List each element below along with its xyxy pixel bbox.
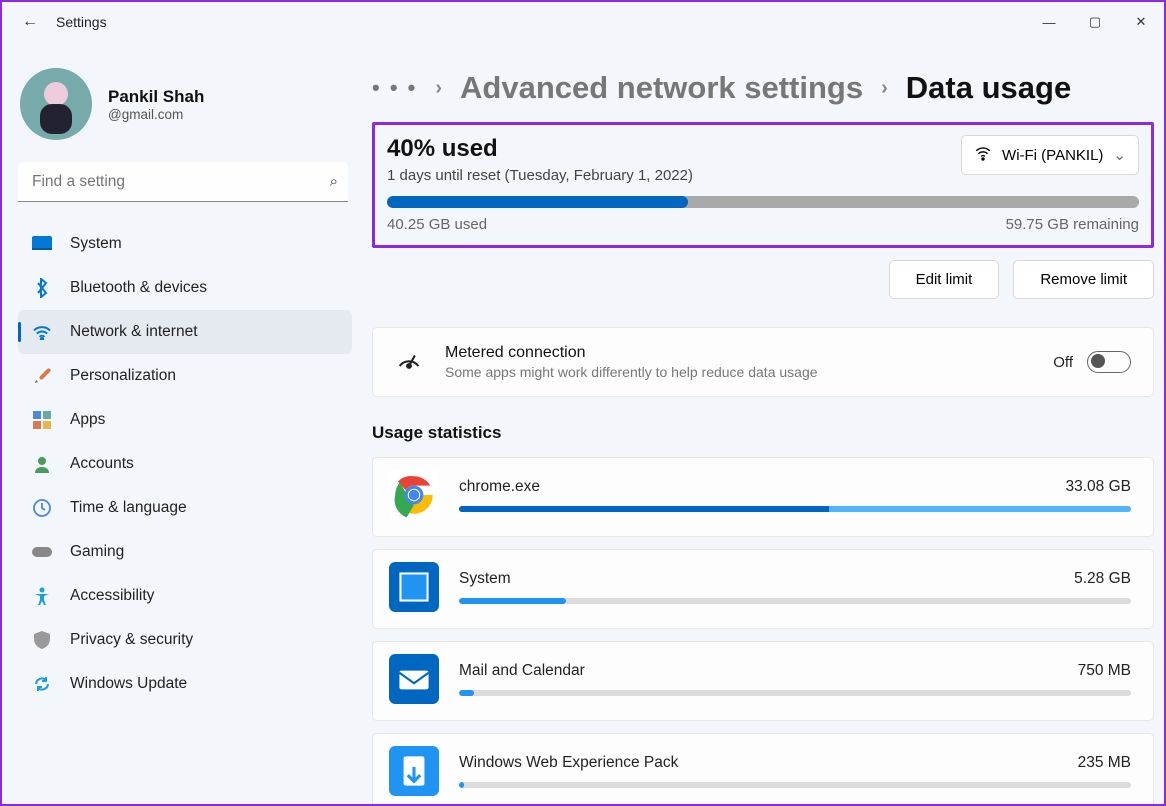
system-icon xyxy=(32,234,52,254)
app-icon xyxy=(389,562,439,612)
app-usage-row[interactable]: System 5.28 GB xyxy=(372,549,1154,629)
accounts-icon xyxy=(32,454,52,474)
sidebar-item-accounts[interactable]: Accounts xyxy=(18,442,352,486)
sidebar-item-apps[interactable]: Apps xyxy=(18,398,352,442)
sidebar-item-windows-update[interactable]: Windows Update xyxy=(18,662,352,706)
search-box[interactable]: ⌕ xyxy=(18,162,348,202)
breadcrumb: • • • › Advanced network settings › Data… xyxy=(372,70,1154,106)
sidebar-item-network[interactable]: Network & internet xyxy=(18,310,352,354)
time-language-icon xyxy=(32,498,52,518)
sidebar-item-label: Privacy & security xyxy=(70,631,193,649)
privacy-icon xyxy=(32,630,52,650)
profile-block[interactable]: Pankil Shah @gmail.com xyxy=(18,60,352,158)
profile-name: Pankil Shah xyxy=(108,87,204,107)
app-name: Windows Web Experience Pack xyxy=(459,754,678,772)
sidebar-item-label: Gaming xyxy=(70,543,124,561)
metered-state-label: Off xyxy=(1053,354,1073,371)
titlebar: ← Settings — ▢ ✕ xyxy=(2,2,1164,42)
app-usage-bar xyxy=(459,506,1131,512)
apps-icon xyxy=(32,410,52,430)
sidebar-item-time-language[interactable]: Time & language xyxy=(18,486,352,530)
window-title: Settings xyxy=(56,14,107,30)
sidebar-item-label: Accounts xyxy=(70,455,134,473)
sidebar-item-label: System xyxy=(70,235,122,253)
app-icon xyxy=(389,746,439,796)
app-usage-bar xyxy=(459,598,1131,604)
remove-limit-button[interactable]: Remove limit xyxy=(1013,260,1154,299)
back-button[interactable]: ← xyxy=(22,13,38,31)
app-usage-row[interactable]: Mail and Calendar 750 MB xyxy=(372,641,1154,721)
metered-desc: Some apps might work differently to help… xyxy=(445,364,818,380)
search-icon: ⌕ xyxy=(330,173,338,190)
usage-reset-label: 1 days until reset (Tuesday, February 1,… xyxy=(387,167,693,184)
app-usage-bar xyxy=(459,782,1131,788)
app-icon xyxy=(389,654,439,704)
app-usage-value: 750 MB xyxy=(1078,662,1131,680)
usage-used-label: 40.25 GB used xyxy=(387,216,487,233)
app-usage-bar xyxy=(459,690,1131,696)
chevron-down-icon: ⌄ xyxy=(1113,146,1126,164)
minimize-button[interactable]: — xyxy=(1026,6,1072,38)
sidebar-item-system[interactable]: System xyxy=(18,222,352,266)
gauge-icon xyxy=(395,345,423,379)
app-usage-row[interactable]: Windows Web Experience Pack 235 MB xyxy=(372,733,1154,804)
network-selector[interactable]: Wi-Fi (PANKIL) ⌄ xyxy=(961,135,1139,175)
nav-list: System Bluetooth & devices Network & inter… xyxy=(18,222,352,706)
sidebar-item-label: Personalization xyxy=(70,367,176,385)
breadcrumb-overflow[interactable]: • • • xyxy=(372,75,417,101)
usage-percent-label: 40% used xyxy=(387,135,693,163)
sidebar-item-label: Network & internet xyxy=(70,323,198,341)
usage-remaining-label: 59.75 GB remaining xyxy=(1006,216,1139,233)
sidebar-item-label: Accessibility xyxy=(70,587,154,605)
app-usage-value: 33.08 GB xyxy=(1066,478,1132,496)
metered-title: Metered connection xyxy=(445,344,818,362)
sidebar-item-label: Apps xyxy=(70,411,105,429)
sidebar-item-accessibility[interactable]: Accessibility xyxy=(18,574,352,618)
avatar xyxy=(20,68,92,140)
sidebar-item-label: Bluetooth & devices xyxy=(70,279,207,297)
search-input[interactable] xyxy=(32,173,330,191)
sidebar-item-bluetooth[interactable]: Bluetooth & devices xyxy=(18,266,352,310)
profile-email: @gmail.com xyxy=(108,107,204,122)
usage-stats-heading: Usage statistics xyxy=(372,423,1154,443)
maximize-button[interactable]: ▢ xyxy=(1072,6,1118,38)
breadcrumb-current: Data usage xyxy=(906,70,1071,106)
network-icon xyxy=(32,322,52,342)
chevron-right-icon: › xyxy=(435,77,442,100)
window-controls: — ▢ ✕ xyxy=(1026,6,1164,38)
app-usage-row[interactable]: chrome.exe 33.08 GB xyxy=(372,457,1154,537)
chevron-right-icon: › xyxy=(881,77,888,100)
accessibility-icon xyxy=(32,586,52,606)
sidebar-item-privacy[interactable]: Privacy & security xyxy=(18,618,352,662)
app-usage-value: 5.28 GB xyxy=(1074,570,1131,588)
network-selector-label: Wi-Fi (PANKIL) xyxy=(1002,147,1103,164)
app-icon xyxy=(389,470,439,520)
edit-limit-button[interactable]: Edit limit xyxy=(889,260,1000,299)
app-usage-value: 235 MB xyxy=(1078,754,1131,772)
main-content: • • • › Advanced network settings › Data… xyxy=(362,42,1164,804)
usage-stats-list: chrome.exe 33.08 GB System 5.28 GB Mail and … xyxy=(372,457,1154,804)
breadcrumb-parent[interactable]: Advanced network settings xyxy=(460,70,863,106)
metered-toggle[interactable] xyxy=(1087,351,1131,373)
gaming-icon xyxy=(32,542,52,562)
bluetooth-icon xyxy=(32,278,52,298)
sidebar-item-personalization[interactable]: Personalization xyxy=(18,354,352,398)
sidebar-item-label: Windows Update xyxy=(70,675,187,693)
app-name: Mail and Calendar xyxy=(459,662,585,680)
metered-connection-card: Metered connection Some apps might work … xyxy=(372,327,1154,397)
personalization-icon xyxy=(32,366,52,386)
app-name: System xyxy=(459,570,511,588)
sidebar-item-gaming[interactable]: Gaming xyxy=(18,530,352,574)
app-name: chrome.exe xyxy=(459,478,540,496)
wifi-icon xyxy=(974,144,992,166)
close-button[interactable]: ✕ xyxy=(1118,6,1164,38)
sidebar-item-label: Time & language xyxy=(70,499,187,517)
data-usage-summary: 40% used 1 days until reset (Tuesday, Fe… xyxy=(372,122,1154,248)
usage-progress-bar xyxy=(387,196,1139,208)
windows-update-icon xyxy=(32,674,52,694)
sidebar: Pankil Shah @gmail.com ⌕ System Bluetooth… xyxy=(2,42,362,804)
